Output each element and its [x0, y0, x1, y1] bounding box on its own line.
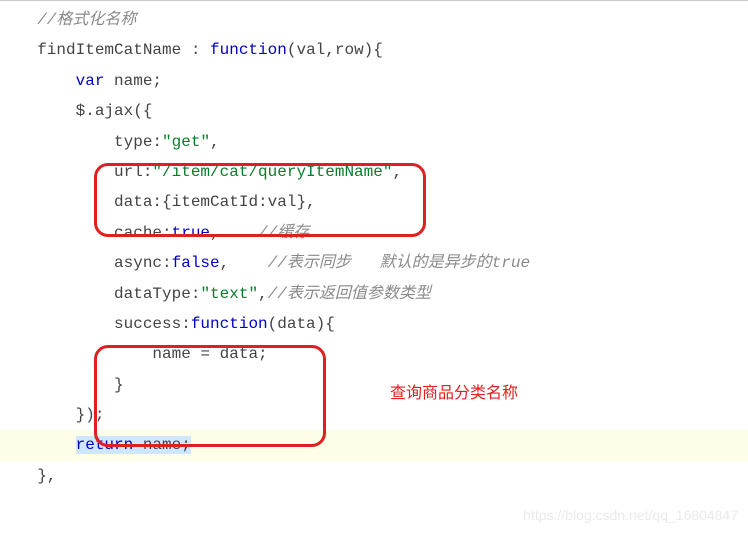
punct: , — [210, 224, 220, 242]
string: "/item/cat/queryItemName" — [152, 163, 392, 181]
code-line: cache:true, //缓存 — [0, 218, 748, 248]
ident: findItemCatName — [37, 41, 181, 59]
comment-text: //表示同步 默认的是异步的true — [268, 254, 530, 272]
code-line: return name; — [0, 430, 748, 460]
code-line: async:false, //表示同步 默认的是异步的true — [0, 248, 748, 278]
watermark-text: https://blog.csdn.net/qq_16804847 — [523, 502, 738, 529]
code-block: //格式化名称 findItemCatName : function(val,r… — [0, 0, 748, 491]
code-line: }, — [0, 461, 748, 491]
string: "text" — [200, 285, 258, 303]
punct: , — [392, 163, 402, 181]
punct: , — [210, 133, 220, 151]
punct: (data){ — [268, 315, 335, 333]
ident: $.ajax({ — [76, 102, 153, 120]
code-line: var name; — [0, 66, 748, 96]
ident: async: — [114, 254, 172, 272]
code-line: data:{itemCatId:val}, — [0, 187, 748, 217]
code-line: }); — [0, 400, 748, 430]
code-line: findItemCatName : function(val,row){ — [0, 35, 748, 65]
ident: name; — [104, 72, 162, 90]
comment-text: //缓存 — [258, 224, 309, 242]
code-line: $.ajax({ — [0, 96, 748, 126]
comment-text: //表示返回值参数类型 — [268, 285, 431, 303]
code-line: url:"/item/cat/queryItemName", — [0, 157, 748, 187]
bool: false — [172, 254, 220, 272]
ident: data:{itemCatId:val}, — [114, 193, 316, 211]
ident: name = data; — [152, 345, 267, 363]
code-line: } — [0, 370, 748, 400]
punct: }, — [37, 467, 56, 485]
code-line: type:"get", — [0, 127, 748, 157]
ident: type: — [114, 133, 162, 151]
punct: (val,row){ — [287, 41, 383, 59]
keyword: function — [191, 315, 268, 333]
ident: dataType: — [114, 285, 200, 303]
keyword: function — [210, 41, 287, 59]
ident: success: — [114, 315, 191, 333]
ident: name; — [133, 436, 191, 454]
punct: , — [258, 285, 268, 303]
ident: url: — [114, 163, 152, 181]
ident: cache: — [114, 224, 172, 242]
punct: : — [181, 41, 210, 59]
keyword: var — [76, 72, 105, 90]
code-line: dataType:"text",//表示返回值参数类型 — [0, 279, 748, 309]
comment-text: //格式化名称 — [37, 11, 136, 29]
punct: } — [114, 376, 124, 394]
punct: , — [220, 254, 230, 272]
keyword: return — [76, 436, 134, 454]
bool: true — [172, 224, 210, 242]
code-line: success:function(data){ — [0, 309, 748, 339]
string: "get" — [162, 133, 210, 151]
code-line: //格式化名称 — [0, 5, 748, 35]
code-line: name = data; — [0, 339, 748, 369]
punct: }); — [76, 406, 105, 424]
